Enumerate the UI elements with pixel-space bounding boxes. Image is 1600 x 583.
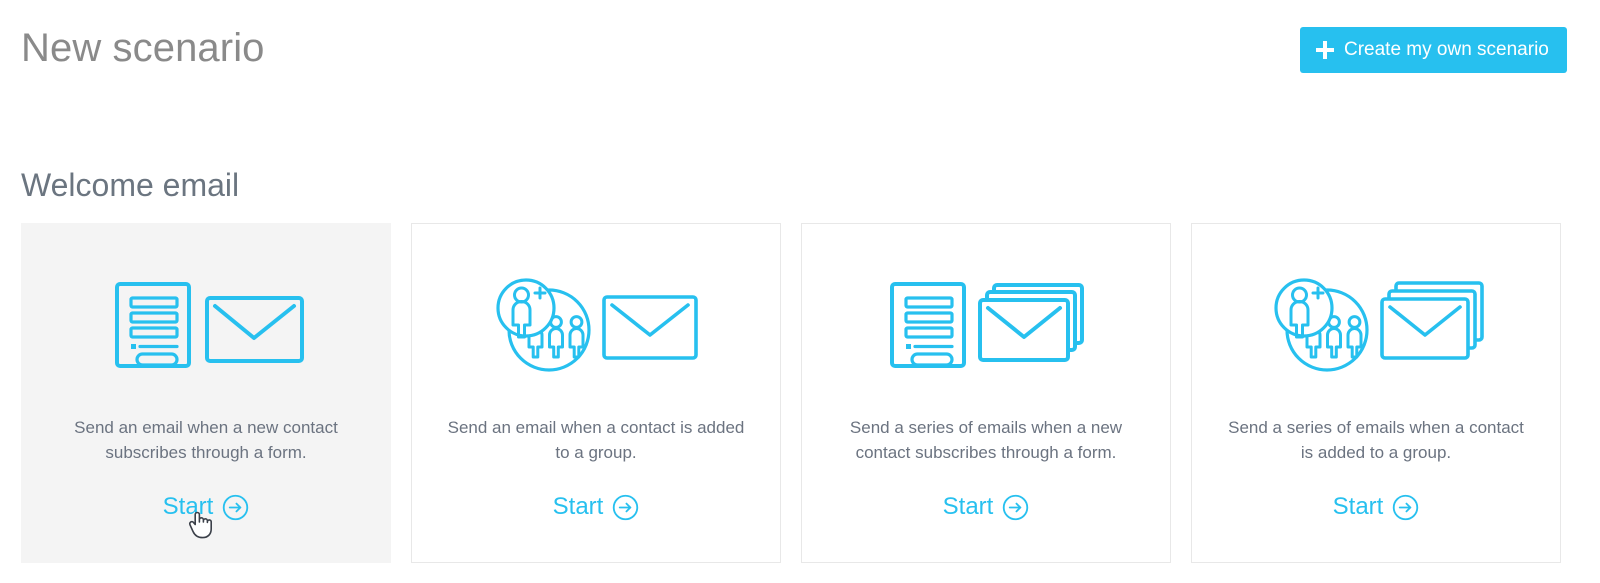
group-and-envelope-icon [491,272,701,377]
new-scenario-page: New scenario Create my own scenario Welc… [0,0,1600,583]
scenario-card-grid: Send an email when a new contact subscri… [21,223,1600,563]
plus-icon [1316,41,1334,59]
scenario-card-description: Send a series of emails when a contact i… [1228,418,1524,462]
scenario-card-description: Send an email when a new contact subscri… [74,418,338,462]
scenario-card-group-email-series[interactable]: Send a series of emails when a contact i… [1191,223,1561,563]
create-button-label: Create my own scenario [1344,39,1549,60]
arrow-circle-icon [223,494,249,520]
start-link[interactable]: Start [163,493,250,521]
start-label: Start [162,493,214,520]
section-title-welcome-email: Welcome email [21,167,240,203]
scenario-card-group-single-email[interactable]: Send an email when a contact is added to… [411,223,781,563]
arrow-circle-icon [613,494,639,520]
form-and-envelope-stack-icon [886,272,1086,377]
scenario-card-form-email-series[interactable]: Send a series of emails when a new conta… [801,223,1171,563]
create-my-own-scenario-button[interactable]: Create my own scenario [1300,27,1567,73]
scenario-card-description: Send an email when a contact is added to… [447,418,745,462]
start-link[interactable]: Start [553,493,640,521]
start-label: Start [942,493,994,520]
start-link[interactable]: Start [943,493,1030,521]
arrow-circle-icon [1003,494,1029,520]
start-label: Start [1332,493,1384,520]
scenario-card-form-single-email[interactable]: Send an email when a new contact subscri… [21,223,391,563]
start-label: Start [552,493,604,520]
form-and-envelope-icon [106,272,306,377]
scenario-card-description: Send a series of emails when a new conta… [849,418,1123,462]
page-title: New scenario [21,26,265,70]
start-link[interactable]: Start [1333,493,1420,521]
group-and-envelope-stack-icon [1269,272,1484,377]
arrow-circle-icon [1393,494,1419,520]
page-header: New scenario Create my own scenario [0,0,1600,100]
